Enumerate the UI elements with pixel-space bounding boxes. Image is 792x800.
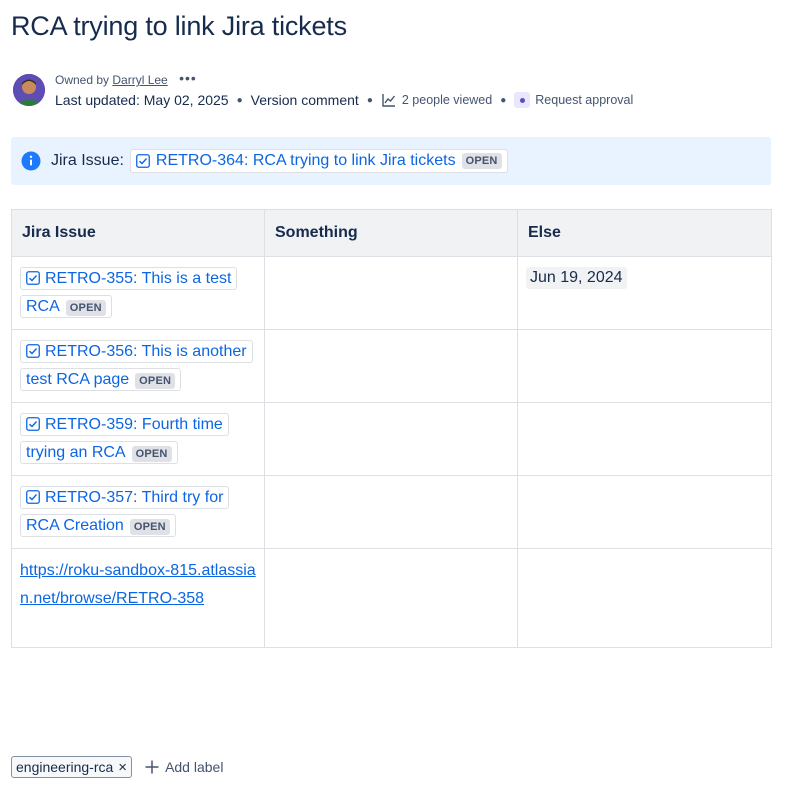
status-badge: OPEN [129, 519, 170, 535]
status-badge: OPEN [131, 446, 172, 462]
analytics-viewers[interactable]: 2 people viewed [381, 92, 492, 108]
jira-issue-text: RETRO-357: Third try for RCA Creation [26, 489, 224, 534]
table-cell: https://roku-sandbox-815.atlassian.net/b… [11, 548, 265, 648]
owned-by-label: Owned by [55, 73, 110, 87]
table-cell[interactable] [517, 475, 772, 549]
table-cell[interactable] [264, 329, 518, 403]
table-cell[interactable] [517, 402, 772, 476]
table-cell[interactable] [264, 256, 518, 330]
column-header: Else [517, 209, 772, 257]
label-tag[interactable]: engineering-rca × [11, 756, 133, 778]
more-actions-icon[interactable]: ••• [179, 70, 197, 86]
request-approval-label: Request approval [535, 93, 634, 107]
checkbox-task-icon [136, 154, 150, 168]
owner-line: Owned by Darryl Lee ••• [55, 70, 197, 87]
byline: Owned by Darryl Lee ••• Last updated: Ma… [13, 70, 773, 111]
approval-status-icon [514, 92, 531, 108]
owner-link[interactable]: Darryl Lee [112, 73, 167, 87]
labels-bar: engineering-rca × Add label [11, 756, 223, 778]
table-row: RETRO-356: This is another test RCA page… [11, 329, 772, 403]
avatar[interactable] [13, 74, 45, 106]
viewed-count: 2 people viewed [401, 93, 493, 107]
column-header: Something [264, 209, 518, 257]
jira-issue-link[interactable]: RETRO-359: Fourth time trying an RCA OPEN [20, 413, 229, 464]
close-icon[interactable]: × [118, 759, 127, 776]
checkbox-task-icon [26, 417, 40, 431]
table-row: RETRO-357: Third try for RCA Creation OPE… [11, 475, 772, 549]
table-cell[interactable] [517, 548, 772, 648]
separator-dot: ● [366, 94, 373, 106]
issues-table: Jira Issue Something Else RETRO-355: Thi… [11, 209, 772, 648]
table-cell: RETRO-357: Third try for RCA Creation OPE… [11, 475, 265, 549]
last-updated-date[interactable]: May 02, 2025 [144, 92, 229, 108]
plus-icon [145, 760, 159, 774]
page-meta: Last updated: May 02, 2025 ● Version com… [55, 92, 633, 108]
info-icon [21, 151, 41, 171]
table-cell: RETRO-356: This is another test RCA page… [11, 329, 265, 403]
checkbox-task-icon [26, 271, 40, 285]
table-row: RETRO-359: Fourth time trying an RCA OPEN [11, 402, 772, 476]
jira-issue-text: RETRO-355: This is a test RCA [26, 270, 232, 315]
checkbox-task-icon [26, 490, 40, 504]
table-row: RETRO-355: This is a test RCA OPEN Jun 19… [11, 256, 772, 330]
checkbox-task-icon [26, 344, 40, 358]
separator-dot: ● [236, 94, 243, 106]
column-header: Jira Issue [11, 209, 265, 257]
panel-label: Jira Issue: [51, 152, 124, 169]
browse-url-link[interactable]: https://roku-sandbox-815.atlassian.net/b… [20, 557, 256, 612]
jira-issue-text: RETRO-359: Fourth time trying an RCA [26, 416, 223, 461]
add-label-button[interactable]: Add label [144, 759, 223, 775]
page-title: RCA trying to link Jira tickets [11, 11, 347, 41]
table-row: https://roku-sandbox-815.atlassian.net/b… [11, 548, 772, 648]
table-cell: RETRO-355: This is a test RCA OPEN [11, 256, 265, 330]
add-label-text: Add label [165, 759, 224, 775]
jira-issue-link[interactable]: RETRO-355: This is a test RCA OPEN [20, 267, 238, 318]
date-lozenge[interactable]: Jun 19, 2024 [526, 267, 627, 289]
table-cell: RETRO-359: Fourth time trying an RCA OPEN [11, 402, 265, 476]
jira-issue-text: RETRO-364: RCA trying to link Jira ticke… [155, 152, 456, 169]
status-badge: OPEN [461, 153, 502, 169]
info-panel: Jira Issue: RETRO-364: RCA trying to lin… [11, 137, 771, 185]
status-badge: OPEN [135, 373, 176, 389]
table-header-row: Jira Issue Something Else [11, 209, 772, 257]
version-comment[interactable]: Version comment [251, 92, 359, 108]
jira-issue-link[interactable]: RETRO-364: RCA trying to link Jira ticke… [129, 149, 508, 173]
table-cell[interactable]: Jun 19, 2024 [517, 256, 772, 330]
separator-dot: ● [500, 94, 507, 106]
status-badge: OPEN [65, 300, 106, 316]
label-text: engineering-rca [16, 759, 114, 775]
last-updated-label: Last updated: [55, 92, 140, 108]
table-cell[interactable] [264, 548, 518, 648]
trend-line-icon [382, 94, 395, 107]
table-cell[interactable] [264, 402, 518, 476]
table-cell[interactable] [264, 475, 518, 549]
jira-issue-link[interactable]: RETRO-356: This is another test RCA page… [20, 340, 253, 391]
jira-issue-link[interactable]: RETRO-357: Third try for RCA Creation OPE… [20, 486, 230, 537]
table-cell[interactable] [517, 329, 772, 403]
request-approval-button[interactable]: Request approval [514, 92, 633, 108]
